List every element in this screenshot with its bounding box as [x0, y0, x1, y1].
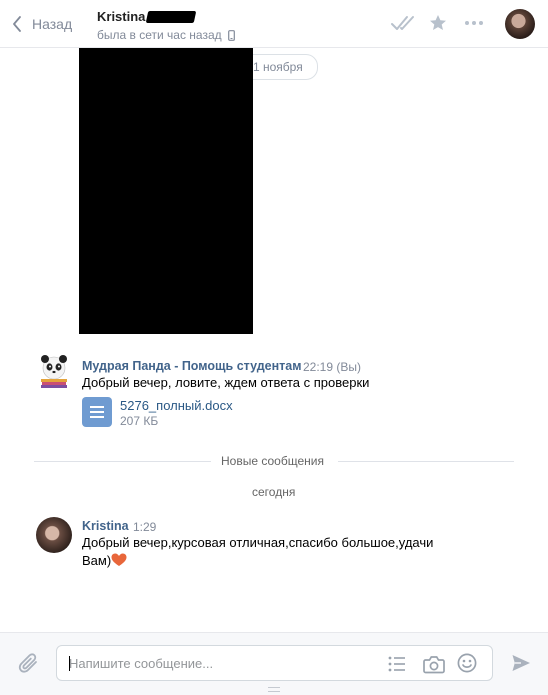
separator-line-right	[338, 461, 514, 462]
message-input-box[interactable]	[56, 645, 493, 681]
peer-name-text: Kristina	[97, 9, 146, 24]
redacted-image[interactable]	[79, 48, 253, 334]
redaction-mark	[146, 10, 197, 23]
back-label: Назад	[32, 16, 73, 32]
chevron-left-icon	[13, 16, 21, 32]
peer-avatar[interactable]	[505, 9, 535, 39]
message-text: Добрый вечер, ловите, ждем ответа с пров…	[82, 375, 370, 390]
message-composer	[0, 632, 548, 695]
attachment-name[interactable]: 5276_полный.docx	[120, 398, 233, 413]
today-label: сегодня	[252, 485, 296, 499]
back-button[interactable]: Назад	[12, 12, 72, 36]
date-pill-text: 1 ноября	[253, 60, 303, 74]
message-time-value: 22:19	[303, 360, 334, 374]
message-author[interactable]: Kristina	[82, 519, 129, 533]
separator-line-left	[34, 461, 211, 462]
message-text: Добрый вечер,курсовая отличная,спасибо б…	[82, 534, 433, 570]
paperclip-icon[interactable]	[18, 652, 40, 676]
more-dots-icon[interactable]	[464, 20, 484, 26]
message-text-line-value: Вам)	[82, 553, 112, 568]
camera-icon[interactable]	[423, 654, 445, 674]
star-icon[interactable]	[428, 13, 448, 33]
peer-name[interactable]: Kristina	[97, 9, 197, 24]
message-text-line-2: Вам)	[82, 552, 433, 570]
message-author[interactable]: Мудрая Панда - Помощь студентам	[82, 359, 301, 373]
resize-grip[interactable]	[268, 687, 280, 692]
mobile-icon	[227, 29, 235, 41]
send-icon[interactable]	[511, 653, 531, 673]
smile-icon[interactable]	[457, 653, 477, 673]
list-icon[interactable]	[388, 656, 406, 672]
double-check-icon[interactable]	[390, 13, 416, 33]
message-history: 1 ноября Мудрая Панда - Помощь студентам…	[0, 48, 548, 632]
attachment-size: 207 КБ	[120, 414, 159, 428]
message-time[interactable]: 1:29	[133, 520, 156, 534]
peer-status: была в сети час назад	[97, 28, 235, 42]
message-input[interactable]	[69, 646, 369, 680]
heart-icon	[111, 553, 127, 566]
kristina-avatar[interactable]	[36, 517, 72, 553]
document-icon[interactable]	[82, 397, 112, 427]
message-text-line: Добрый вечер,курсовая отличная,спасибо б…	[82, 535, 434, 550]
text-caret	[69, 656, 70, 671]
message-time-suffix: (Вы)	[336, 360, 361, 374]
message-time[interactable]: 22:19 (Вы)	[303, 360, 361, 374]
chat-header: Назад Kristina была в сети час назад	[0, 0, 548, 48]
panda-avatar[interactable]	[38, 352, 70, 388]
peer-status-text: была в сети час назад	[97, 28, 222, 42]
new-messages-label: Новые сообщения	[221, 454, 324, 468]
